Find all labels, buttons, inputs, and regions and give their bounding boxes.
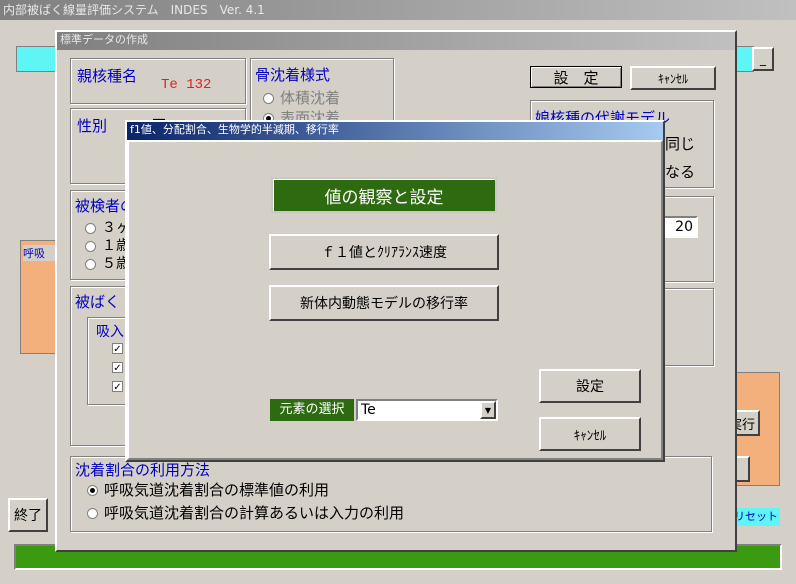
radio-indicator	[87, 508, 98, 519]
element-select[interactable]: Te ▼	[356, 399, 498, 421]
bone-volume-radio[interactable]: 体積沈着	[263, 87, 340, 108]
element-select-label: 元素の選択	[270, 399, 354, 421]
radio-indicator	[85, 258, 96, 270]
radio-indicator	[85, 240, 96, 252]
std-set-button[interactable]: 設 定	[530, 66, 622, 88]
age-option-5y[interactable]: ５歳	[85, 253, 130, 273]
inhalation-label: 吸入	[96, 324, 124, 340]
daughter-diff-option[interactable]: なる	[665, 161, 695, 182]
parent-nuclide-value: Te 132	[161, 77, 212, 93]
main-window-title: 内部被ばく線量評価システム INDES Ver. 4.1	[3, 3, 265, 17]
bone-deposition-label: 骨沈着様式	[255, 66, 331, 84]
bone-deposition-group: 骨沈着様式 体積沈着 表面沈着	[250, 58, 394, 127]
age-right-group	[660, 196, 714, 282]
daughter-same-option[interactable]: 同じ	[665, 133, 695, 154]
f1-clearance-button[interactable]: ｆ１値とｸﾘｱﾗﾝｽ速度	[269, 234, 499, 270]
std-cancel-button[interactable]: ｷｬﾝｾﾙ	[630, 66, 716, 90]
age-option-1y[interactable]: １歳	[85, 235, 130, 255]
f1-dialog-titlebar: f1値、分配割合、生物学的半減期、移行率	[127, 122, 663, 140]
main-window-titlebar: 内部被ばく線量評価システム INDES Ver. 4.1	[0, 0, 796, 20]
inhalation-check-1[interactable]: ✓	[112, 343, 123, 355]
radio-indicator	[87, 485, 98, 496]
radio-indicator	[263, 93, 274, 104]
resp-panel: 呼吸	[20, 240, 63, 354]
exec-button[interactable]: 実行	[729, 410, 760, 436]
deposition-calc-radio[interactable]: 呼吸気道沈着割合の計算あるいは入力の利用	[87, 502, 404, 523]
deposition-group: 沈着割合の利用方法 呼吸気道沈着割合の標準値の利用 呼吸気道沈着割合の計算あるい…	[70, 456, 712, 532]
dialog-set-button[interactable]: 設定	[539, 369, 641, 403]
exposure-label: 被ばく	[75, 293, 121, 311]
main-top-cyan-field-right	[734, 46, 754, 72]
sex-label: 性別	[77, 117, 108, 135]
observe-settings-button[interactable]: 値の観察と設定	[271, 177, 497, 213]
age-value-field[interactable]: 20	[660, 216, 698, 238]
inhalation-check-3[interactable]: ✓	[112, 381, 123, 393]
parent-nuclide-label: 親核種名	[77, 67, 138, 85]
deposition-title: 沈着割合の利用方法	[75, 461, 211, 479]
reset-button[interactable]: リセット	[734, 508, 780, 526]
minimize-button[interactable]: _	[752, 47, 774, 71]
radio-indicator	[85, 222, 96, 234]
f1-dialog-title: f1値、分配割合、生物学的半減期、移行率	[130, 123, 339, 136]
age-option-3m[interactable]: ３ヶ	[85, 217, 130, 237]
parent-nuclide-group: 親核種名 Te 132	[70, 58, 246, 104]
std-window-title: 標準データの作成	[60, 33, 148, 46]
transfer-rate-button[interactable]: 新体内動態モデルの移行率	[269, 285, 499, 321]
dialog-cancel-button[interactable]: ｷｬﾝｾﾙ	[539, 417, 641, 451]
chevron-down-icon[interactable]: ▼	[480, 401, 496, 419]
deposition-standard-radio[interactable]: 呼吸気道沈着割合の標準値の利用	[87, 479, 329, 500]
inhalation-check-2[interactable]: ✓	[112, 362, 123, 374]
f1-dialog: f1値、分配割合、生物学的半減期、移行率 値の観察と設定 ｆ１値とｸﾘｱﾗﾝｽ速…	[125, 120, 665, 462]
right-empty-group	[660, 288, 714, 366]
std-window-titlebar: 標準データの作成	[57, 32, 735, 50]
end-button[interactable]: 終了	[8, 498, 48, 532]
main-top-cyan-field	[16, 46, 58, 72]
element-select-value: Te	[361, 402, 376, 418]
